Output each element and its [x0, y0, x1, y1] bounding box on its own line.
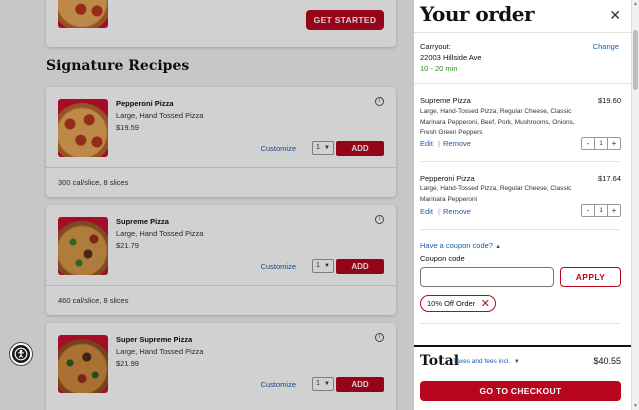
increment-button[interactable]: +	[608, 138, 620, 149]
total-value: $40.55	[593, 356, 621, 366]
remove-coupon-icon[interactable]: ✕	[481, 297, 490, 310]
order-type-label: Carryout:	[420, 42, 451, 51]
cart-line-price: $19.60	[598, 96, 621, 105]
increment-button[interactable]: +	[608, 205, 620, 216]
cart-line-price: $17.64	[598, 174, 621, 183]
chevron-up-icon: ▲	[495, 244, 502, 250]
cart-line-name: Pepperoni Pizza	[420, 174, 475, 183]
coupon-toggle-label: Have a coupon code?	[420, 241, 493, 250]
taxes-label: Taxes and fees incl.	[453, 358, 511, 365]
link-separator: |	[438, 139, 440, 148]
divider	[420, 323, 620, 324]
cart-drawer: Your order ✕ Carryout: Change 22003 Hill…	[414, 0, 631, 410]
change-location-link[interactable]: Change	[593, 42, 619, 51]
store-address: 22003 Hillside Ave	[420, 53, 482, 62]
edit-link[interactable]: Edit	[420, 139, 433, 148]
divider	[414, 83, 631, 84]
scroll-down-icon[interactable]: ▼	[633, 403, 638, 409]
coupon-code-input[interactable]	[420, 267, 554, 287]
applied-coupon-label: 10% Off Order	[427, 299, 476, 308]
quantity-value: 1	[594, 138, 608, 149]
decrement-button[interactable]: -	[582, 138, 594, 149]
accessibility-icon[interactable]	[10, 343, 32, 365]
chevron-down-icon: ▼	[513, 359, 520, 365]
total-divider	[414, 345, 631, 347]
quantity-value: 1	[594, 205, 608, 216]
drawer-title: Your order	[420, 2, 535, 26]
quantity-stepper[interactable]: - 1 +	[581, 204, 621, 217]
scroll-up-icon[interactable]: ▲	[633, 1, 638, 7]
scrollbar[interactable]: ▲ ▼	[631, 0, 639, 410]
divider	[414, 32, 631, 33]
cart-line-name: Supreme Pizza	[420, 96, 471, 105]
coupon-toggle[interactable]: Have a coupon code? ▲	[420, 241, 501, 250]
divider	[420, 161, 620, 162]
divider	[420, 229, 620, 230]
decrement-button[interactable]: -	[582, 205, 594, 216]
go-to-checkout-button[interactable]: GO TO CHECKOUT	[420, 381, 621, 401]
modal-overlay[interactable]	[0, 0, 414, 410]
apply-coupon-button[interactable]: APPLY	[560, 267, 621, 287]
scrollbar-thumb[interactable]	[633, 30, 638, 90]
remove-link[interactable]: Remove	[443, 207, 471, 216]
quantity-stepper[interactable]: - 1 +	[581, 137, 621, 150]
edit-link[interactable]: Edit	[420, 207, 433, 216]
applied-coupon-chip: 10% Off Order ✕	[420, 295, 496, 312]
remove-link[interactable]: Remove	[443, 139, 471, 148]
taxes-toggle[interactable]: Taxes and fees incl. ▼	[453, 358, 520, 365]
cart-line-details: Large, Hand-Tossed Pizza, Regular Cheese…	[420, 185, 572, 203]
coupon-code-label: Coupon code	[420, 254, 465, 263]
link-separator: |	[438, 207, 440, 216]
ready-time: 10 - 20 min	[420, 64, 458, 73]
cart-line-details: Large, Hand-Tossed Pizza, Regular Cheese…	[420, 108, 575, 136]
close-icon[interactable]: ✕	[609, 7, 621, 24]
